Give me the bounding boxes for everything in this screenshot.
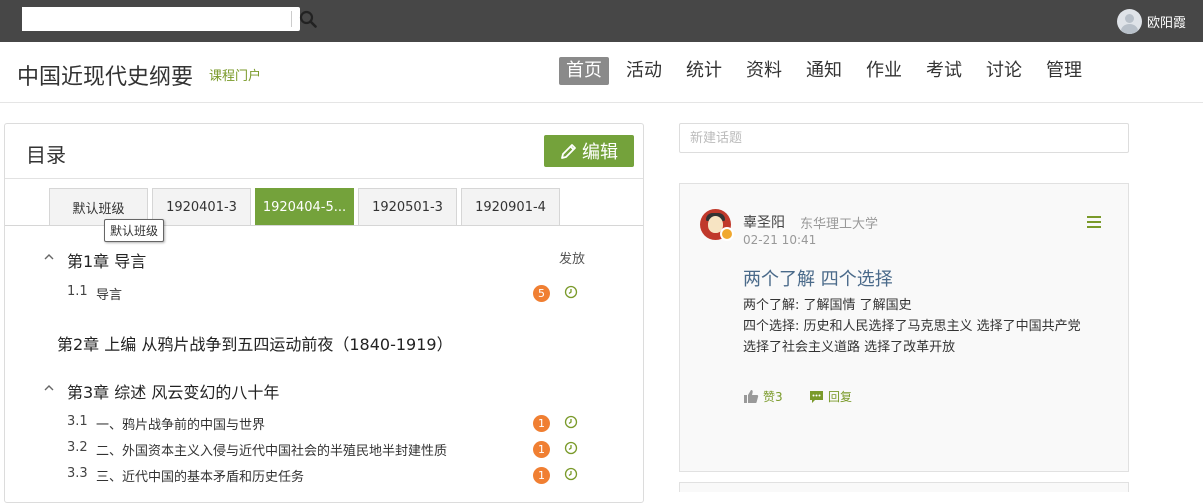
chapter-title[interactable]: 第1章 导言 — [67, 248, 146, 272]
user-avatar — [1116, 8, 1142, 34]
tab-class-1920401-3[interactable]: 1920401-3 — [152, 188, 251, 226]
teacher-medal-icon — [720, 227, 734, 241]
discussion-post: 辜圣阳 东华理工大学 02-21 10:41 两个了解 四个选择 两个了解: 了… — [679, 183, 1129, 472]
tab-class-1920404-5[interactable]: 1920404-5... — [255, 188, 354, 226]
nav-discussion[interactable]: 讨论 — [979, 57, 1029, 85]
post-title[interactable]: 两个了解 四个选择 — [743, 265, 893, 291]
nav-statistics[interactable]: 统计 — [679, 57, 729, 85]
toc-divider — [5, 178, 643, 179]
comment-icon — [810, 390, 823, 403]
lesson-number: 1.1 — [67, 284, 88, 299]
course-title: 中国近现代史纲要 — [17, 65, 194, 90]
post-author[interactable]: 辜圣阳 — [743, 212, 785, 232]
nav-activities[interactable]: 活动 — [619, 57, 669, 85]
hamburger-menu-icon[interactable] — [1087, 216, 1101, 228]
search-divider — [291, 11, 292, 27]
user-menu[interactable]: 欧阳霞 — [1116, 8, 1186, 34]
reply-button[interactable]: 回复 — [809, 388, 852, 405]
chevron-up-icon[interactable] — [43, 251, 55, 263]
discussion-post-next — [679, 482, 1129, 492]
clock-icon[interactable] — [564, 441, 578, 455]
course-portal-link[interactable]: 课程门户 — [209, 65, 261, 84]
chevron-up-icon[interactable] — [43, 382, 55, 394]
reply-label: 回复 — [828, 390, 853, 404]
lesson-title[interactable]: 二、外国资本主义入侵与近代中国社会的半殖民地半封建性质 — [96, 440, 447, 459]
lesson-number: 3.1 — [67, 414, 88, 429]
nav-manage[interactable]: 管理 — [1039, 57, 1089, 85]
lesson-title[interactable]: 三、近代中国的基本矛盾和历史任务 — [96, 466, 304, 485]
search-button[interactable] — [294, 7, 322, 31]
clock-icon[interactable] — [564, 467, 578, 481]
search-icon — [299, 10, 317, 28]
chapter-title[interactable]: 第3章 综述 风云变幻的八十年 — [67, 379, 279, 403]
tab-class-1920501-3[interactable]: 1920501-3 — [358, 188, 457, 226]
nav-exams[interactable]: 考试 — [919, 57, 969, 85]
post-school: 东华理工大学 — [800, 217, 879, 232]
post-body: 两个了解: 了解国情 了解国史 四个选择: 历史和人民选择了马克思主义 选择了中… — [743, 295, 1118, 358]
toc-title: 目录 — [26, 143, 66, 167]
publish-label: 发放 — [559, 252, 586, 267]
search-box — [22, 7, 317, 31]
course-header: 中国近现代史纲要 课程门户 首页 活动 统计 资料 通知 作业 考试 讨论 管理 — [0, 42, 1203, 103]
tab-class-1920901-4[interactable]: 1920901-4 — [461, 188, 560, 226]
edit-button-label: 编辑 — [582, 142, 618, 163]
lesson-title[interactable]: 一、鸦片战争前的中国与世界 — [96, 414, 265, 433]
edit-button[interactable]: 编辑 — [544, 135, 634, 167]
tab-underline — [5, 225, 643, 226]
user-name: 欧阳霞 — [1146, 15, 1186, 31]
task-count-badge: 1 — [533, 415, 550, 432]
nav-notices[interactable]: 通知 — [799, 57, 849, 85]
thumbs-up-icon — [744, 390, 759, 403]
task-count-badge: 1 — [533, 467, 550, 484]
like-button[interactable]: 赞3 — [743, 388, 783, 405]
author-avatar[interactable] — [700, 209, 734, 241]
post-body-line: 两个了解: 了解国情 了解国史 — [743, 298, 912, 313]
chapter-title[interactable]: 第2章 上编 从鸦片战争到五四运动前夜（1840-1919） — [57, 331, 453, 355]
post-body-line: 选择了社会主义道路 选择了改革开放 — [743, 340, 956, 355]
task-count-badge: 1 — [533, 441, 550, 458]
post-time: 02-21 10:41 — [743, 233, 817, 247]
nav-home[interactable]: 首页 — [559, 57, 609, 85]
tab-tooltip: 默认班级 — [104, 219, 165, 242]
nav-homework[interactable]: 作业 — [859, 57, 909, 85]
lesson-number: 3.2 — [67, 440, 88, 455]
post-body-line: 四个选择: 历史和人民选择了马克思主义 选择了中国共产党 — [743, 319, 1081, 334]
lesson-number: 3.3 — [67, 466, 88, 481]
new-topic-input[interactable] — [679, 123, 1129, 153]
task-count-badge: 5 — [533, 285, 550, 302]
toc-panel: 目录 编辑 默认班级 1920401-3 1920404-5... 192050… — [4, 123, 644, 503]
like-count: 赞3 — [763, 390, 783, 404]
top-bar: 欧阳霞 — [0, 0, 1203, 42]
main-nav: 首页 活动 统计 资料 通知 作业 考试 讨论 管理 — [559, 57, 1099, 85]
nav-materials[interactable]: 资料 — [739, 57, 789, 85]
search-input[interactable] — [22, 7, 270, 31]
clock-icon[interactable] — [564, 415, 578, 429]
pencil-icon — [561, 144, 576, 159]
lesson-title[interactable]: 导言 — [96, 284, 122, 303]
clock-icon[interactable] — [564, 285, 578, 299]
